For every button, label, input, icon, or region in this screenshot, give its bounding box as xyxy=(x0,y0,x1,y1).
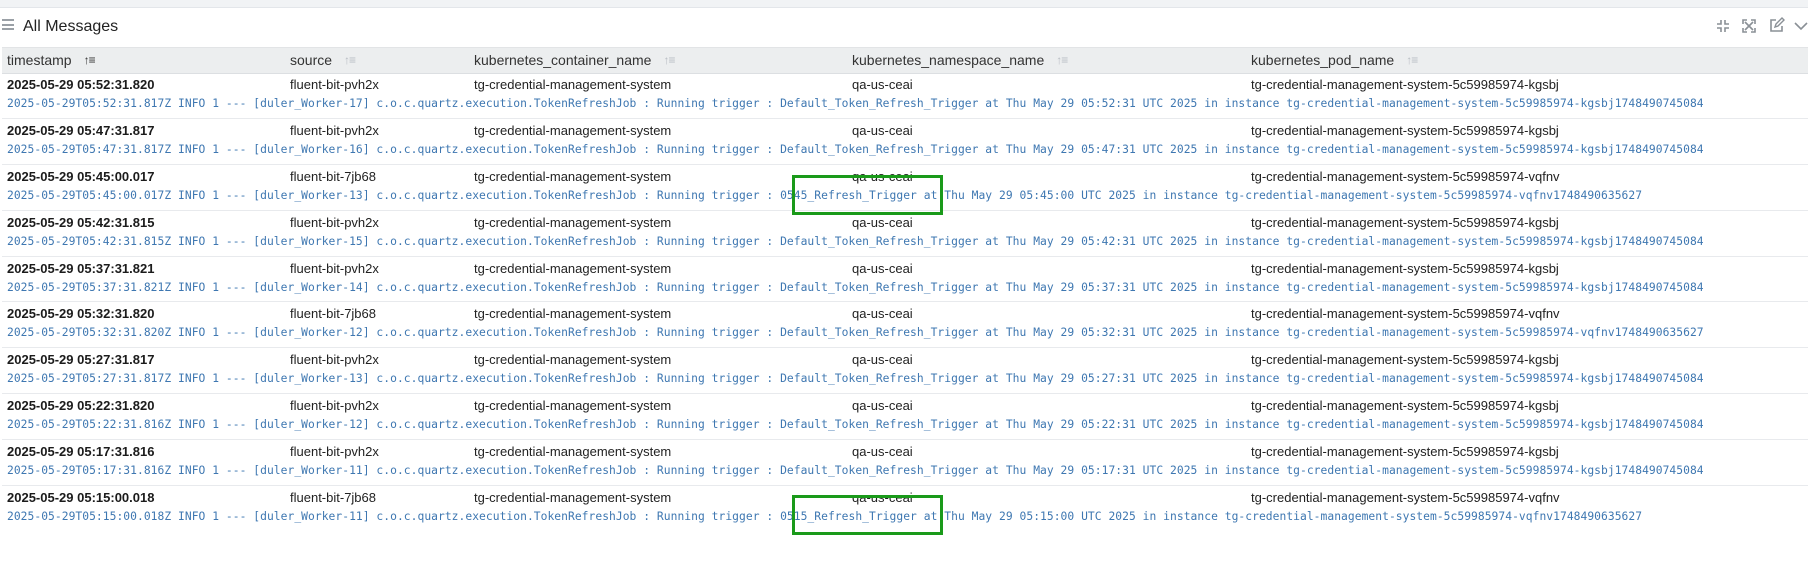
namespace-cell: qa-us-ceai xyxy=(852,122,913,138)
source-cell: fluent-bit-pvh2x xyxy=(290,398,379,414)
table-row[interactable]: 2025-05-29 05:37:31.821 fluent-bit-pvh2x… xyxy=(2,257,1808,303)
container-cell: tg-credential-management-system xyxy=(474,122,672,138)
timestamp-cell: 2025-05-29 05:42:31.815 xyxy=(7,214,155,230)
collapse-icon[interactable] xyxy=(1714,17,1732,35)
namespace-cell: qa-us-ceai xyxy=(852,398,913,414)
pod-cell: tg-credential-management-system-5c599859… xyxy=(1251,122,1559,138)
column-header-source[interactable]: source ↑≡ xyxy=(290,52,356,68)
table-row[interactable]: 2025-05-29 05:22:31.820 fluent-bit-pvh2x… xyxy=(2,394,1808,441)
source-cell: fluent-bit-7jb68 xyxy=(290,306,376,322)
pod-cell: tg-credential-management-system-5c599859… xyxy=(1251,77,1559,92)
drag-handle-icon[interactable] xyxy=(2,19,14,30)
log-message[interactable]: 2025-05-29T05:27:31.817Z INFO 1 --- [dul… xyxy=(7,372,1704,385)
timestamp-cell: 2025-05-29 05:27:31.817 xyxy=(7,352,155,368)
highlight-box-0545-trigger xyxy=(792,175,943,215)
log-message[interactable]: 2025-05-29T05:22:31.816Z INFO 1 --- [dul… xyxy=(7,418,1704,431)
source-cell: fluent-bit-7jb68 xyxy=(290,168,376,184)
table-row[interactable]: 2025-05-29 05:27:31.817 fluent-bit-pvh2x… xyxy=(2,348,1808,395)
source-cell: fluent-bit-pvh2x xyxy=(290,214,379,230)
source-cell: fluent-bit-pvh2x xyxy=(290,352,379,368)
timestamp-cell: 2025-05-29 05:37:31.821 xyxy=(7,260,155,276)
table-header: timestamp ↑≡ source ↑≡ kubernetes_containe… xyxy=(2,47,1808,74)
column-header-timestamp[interactable]: timestamp ↑≡ xyxy=(7,52,96,68)
timestamp-cell: 2025-05-29 05:15:00.018 xyxy=(7,490,155,506)
log-message[interactable]: 2025-05-29T05:47:31.817Z INFO 1 --- [dul… xyxy=(7,143,1704,156)
sort-icon[interactable]: ↑≡ xyxy=(663,53,675,67)
message-list: 2025-05-29 05:52:31.820 fluent-bit-pvh2x… xyxy=(2,73,1808,531)
container-cell: tg-credential-management-system xyxy=(474,168,672,184)
container-cell: tg-credential-management-system xyxy=(474,490,672,506)
pod-cell: tg-credential-management-system-5c599859… xyxy=(1251,260,1559,276)
edit-icon[interactable] xyxy=(1767,17,1785,35)
namespace-cell: qa-us-ceai xyxy=(852,306,913,322)
pod-cell: tg-credential-management-system-5c599859… xyxy=(1251,214,1559,230)
pod-cell: tg-credential-management-system-5c599859… xyxy=(1251,306,1560,322)
panel-header xyxy=(0,8,1808,46)
log-message[interactable]: 2025-05-29T05:52:31.817Z INFO 1 --- [dul… xyxy=(7,97,1704,110)
table-row[interactable]: 2025-05-29 05:52:31.820 fluent-bit-pvh2x… xyxy=(2,73,1808,119)
container-cell: tg-credential-management-system xyxy=(474,77,672,92)
table-row[interactable]: 2025-05-29 05:32:31.820 fluent-bit-7jb68… xyxy=(2,302,1808,349)
pod-cell: tg-credential-management-system-5c599859… xyxy=(1251,398,1559,414)
log-message[interactable]: 2025-05-29T05:42:31.815Z INFO 1 --- [dul… xyxy=(7,235,1704,248)
highlight-box-0515-trigger xyxy=(792,495,943,535)
container-cell: tg-credential-management-system xyxy=(474,214,672,230)
namespace-cell: qa-us-ceai xyxy=(852,260,913,276)
pod-cell: tg-credential-management-system-5c599859… xyxy=(1251,168,1560,184)
namespace-cell: qa-us-ceai xyxy=(852,214,913,230)
sort-icon[interactable]: ↑≡ xyxy=(1056,53,1068,67)
container-cell: tg-credential-management-system xyxy=(474,260,672,276)
log-message[interactable]: 2025-05-29T05:37:31.821Z INFO 1 --- [dul… xyxy=(7,281,1704,294)
chevron-down-icon[interactable] xyxy=(1792,17,1808,35)
timestamp-cell: 2025-05-29 05:32:31.820 xyxy=(7,306,155,322)
sort-icon[interactable]: ↑≡ xyxy=(1406,53,1418,67)
top-strip xyxy=(0,0,1808,8)
source-cell: fluent-bit-pvh2x xyxy=(290,122,379,138)
source-cell: fluent-bit-pvh2x xyxy=(290,77,379,92)
timestamp-cell: 2025-05-29 05:47:31.817 xyxy=(7,122,155,138)
table-row[interactable]: 2025-05-29 05:17:31.816 fluent-bit-pvh2x… xyxy=(2,440,1808,487)
sort-icon[interactable]: ↑≡ xyxy=(344,53,356,67)
source-cell: fluent-bit-7jb68 xyxy=(290,490,376,506)
column-header-pod[interactable]: kubernetes_pod_name ↑≡ xyxy=(1251,52,1418,68)
source-cell: fluent-bit-pvh2x xyxy=(290,260,379,276)
pod-cell: tg-credential-management-system-5c599859… xyxy=(1251,490,1560,506)
namespace-cell: qa-us-ceai xyxy=(852,77,913,92)
container-cell: tg-credential-management-system xyxy=(474,398,672,414)
pod-cell: tg-credential-management-system-5c599859… xyxy=(1251,352,1559,368)
sort-icon[interactable]: ↑≡ xyxy=(84,53,96,67)
container-cell: tg-credential-management-system xyxy=(474,352,672,368)
table-row[interactable]: 2025-05-29 05:47:31.817 fluent-bit-pvh2x… xyxy=(2,119,1808,165)
source-cell: fluent-bit-pvh2x xyxy=(290,444,379,460)
table-row[interactable]: 2025-05-29 05:42:31.815 fluent-bit-pvh2x… xyxy=(2,211,1808,257)
timestamp-cell: 2025-05-29 05:45:00.017 xyxy=(7,168,155,184)
column-header-container[interactable]: kubernetes_container_name ↑≡ xyxy=(474,52,675,68)
container-cell: tg-credential-management-system xyxy=(474,444,672,460)
expand-icon[interactable] xyxy=(1740,17,1758,35)
timestamp-cell: 2025-05-29 05:52:31.820 xyxy=(7,77,155,92)
namespace-cell: qa-us-ceai xyxy=(852,352,913,368)
timestamp-cell: 2025-05-29 05:22:31.820 xyxy=(7,398,155,414)
log-message[interactable]: 2025-05-29T05:17:31.816Z INFO 1 --- [dul… xyxy=(7,464,1704,477)
column-header-namespace[interactable]: kubernetes_namespace_name ↑≡ xyxy=(852,52,1068,68)
namespace-cell: qa-us-ceai xyxy=(852,444,913,460)
panel-title: All Messages xyxy=(23,18,119,35)
timestamp-cell: 2025-05-29 05:17:31.816 xyxy=(7,444,155,460)
log-message[interactable]: 2025-05-29T05:32:31.820Z INFO 1 --- [dul… xyxy=(7,326,1704,339)
container-cell: tg-credential-management-system xyxy=(474,306,672,322)
pod-cell: tg-credential-management-system-5c599859… xyxy=(1251,444,1559,460)
